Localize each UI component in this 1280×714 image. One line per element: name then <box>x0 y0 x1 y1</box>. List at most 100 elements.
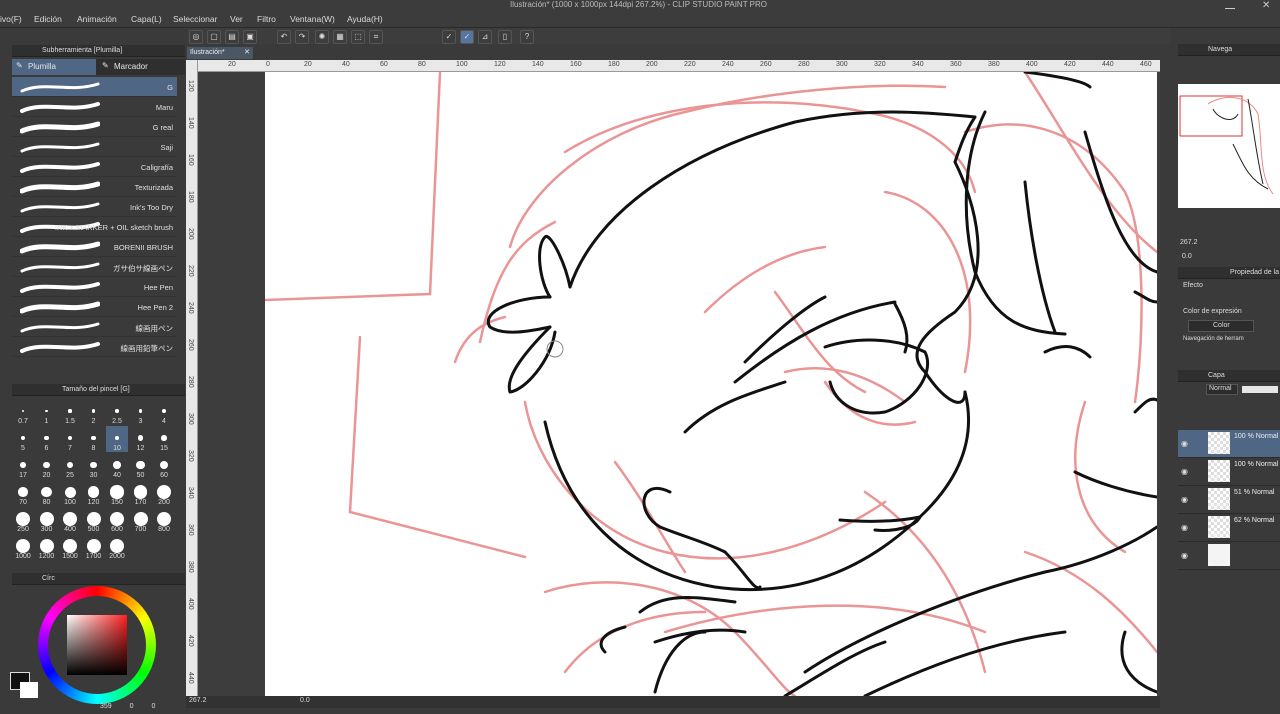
navigator-angle[interactable]: 0.0 <box>1182 253 1192 260</box>
sub-color-swatch[interactable] <box>20 682 38 698</box>
menu-view[interactable]: Ver <box>230 14 243 24</box>
brush-size-option[interactable]: 6 <box>36 426 58 452</box>
phone-icon[interactable]: ▯ <box>498 30 512 44</box>
brush-size-option[interactable]: 10 <box>106 426 128 452</box>
brush-item[interactable]: Hee Pen 2 <box>12 297 177 317</box>
brush-size-option[interactable]: 1 <box>36 399 58 425</box>
eye-icon[interactable]: ◉ <box>1181 439 1188 448</box>
drawing-canvas[interactable] <box>265 72 1157 696</box>
open-icon[interactable]: ▤ <box>225 30 239 44</box>
brush-item[interactable]: BORENII BRUSH <box>12 237 177 257</box>
brush-size-option[interactable]: 500 <box>83 507 105 533</box>
help-icon[interactable]: ? <box>520 30 534 44</box>
brush-size-option[interactable]: 15 <box>153 426 175 452</box>
fill-icon[interactable]: ▦ <box>333 30 347 44</box>
brush-size-option[interactable]: 80 <box>36 480 58 506</box>
color-wheel[interactable] <box>38 586 156 704</box>
save-icon[interactable]: ▣ <box>243 30 257 44</box>
brush-size-option[interactable]: 800 <box>153 507 175 533</box>
tab-marcador[interactable]: ✎ Marcador <box>98 59 185 75</box>
brush-item[interactable]: Saji <box>12 137 177 157</box>
brush-size-option[interactable]: 40 <box>106 453 128 479</box>
navigator-preview[interactable] <box>1178 84 1280 208</box>
brush-size-option[interactable]: 150 <box>106 480 128 506</box>
brush-size-option[interactable]: 0.7 <box>12 399 34 425</box>
menu-file[interactable]: ivo(F) <box>0 14 22 24</box>
brush-size-option[interactable]: 2 <box>83 399 105 425</box>
brush-size-option[interactable]: 1700 <box>83 534 105 560</box>
brush-size-option[interactable]: 50 <box>130 453 152 479</box>
angle-value[interactable]: 0.0 <box>300 697 310 704</box>
brush-size-option[interactable]: 120 <box>83 480 105 506</box>
close-icon[interactable]: ✕ <box>1262 0 1270 11</box>
layer-row[interactable]: ◉ 100 % Normal line <box>1178 458 1280 486</box>
brush-size-option[interactable]: 30 <box>83 453 105 479</box>
brush-size-option[interactable]: 7 <box>59 426 81 452</box>
brush-item[interactable]: Caligrafía <box>12 157 177 177</box>
brush-size-option[interactable]: 600 <box>106 507 128 533</box>
brush-item[interactable]: Hee Pen <box>12 277 177 297</box>
layer-row[interactable]: ◉ 100 % Normal cara <box>1178 430 1280 458</box>
eye-icon[interactable]: ◉ <box>1181 551 1188 560</box>
layer-row[interactable]: ◉ 51 % Normal sketch <box>1178 486 1280 514</box>
brush-size-option[interactable]: 4 <box>153 399 175 425</box>
brush-size-option[interactable]: 20 <box>36 453 58 479</box>
brush-item[interactable]: ガサ伯サ線画ペン <box>12 257 177 277</box>
brush-size-option[interactable]: 1500 <box>59 534 81 560</box>
brush-size-option[interactable]: 25 <box>59 453 81 479</box>
brush-size-option[interactable]: 1000 <box>12 534 34 560</box>
eye-icon[interactable]: ◉ <box>1181 495 1188 504</box>
menu-window[interactable]: Ventana(W) <box>290 14 335 24</box>
brush-size-option[interactable]: 400 <box>59 507 81 533</box>
transform-icon[interactable]: ⬚ <box>351 30 365 44</box>
layer-row[interactable]: ◉ 62 % Normal Capa 1 <box>1178 514 1280 542</box>
vertical-scrollbar[interactable] <box>1160 60 1170 700</box>
brush-size-option[interactable]: 100 <box>59 480 81 506</box>
brush-size-option[interactable]: 700 <box>130 507 152 533</box>
zoom-value[interactable]: 267.2 <box>189 697 207 704</box>
document-tab[interactable]: Ilustración* ✕ <box>187 47 253 59</box>
new-icon[interactable]: ▢ <box>207 30 221 44</box>
brush-size-option[interactable]: 250 <box>12 507 34 533</box>
eye-icon[interactable]: ◉ <box>1181 467 1188 476</box>
menu-filter[interactable]: Filtro <box>257 14 276 24</box>
close-tab-icon[interactable]: ✕ <box>244 48 250 56</box>
brush-size-option[interactable]: 300 <box>36 507 58 533</box>
brush-size-option[interactable]: 12 <box>130 426 152 452</box>
brush-size-option[interactable]: 170 <box>130 480 152 506</box>
brush-item[interactable]: Ink's Too Dry <box>12 197 177 217</box>
minimize-icon[interactable] <box>1225 1 1235 9</box>
redo-icon[interactable]: ↷ <box>295 30 309 44</box>
opacity-slider[interactable] <box>1242 386 1278 393</box>
clear-icon[interactable]: ✺ <box>315 30 329 44</box>
blend-mode-select[interactable]: Normal <box>1206 384 1238 395</box>
tab-plumilla[interactable]: ✎ Plumilla <box>12 59 96 75</box>
expression-color-select[interactable]: Color <box>1188 320 1254 332</box>
stabilizer-icon[interactable]: ✓ <box>460 30 474 44</box>
brush-size-option[interactable]: 1200 <box>36 534 58 560</box>
brush-item[interactable]: G real <box>12 117 177 137</box>
brush-item[interactable]: Texturizada <box>12 177 177 197</box>
brush-size-option[interactable]: 60 <box>153 453 175 479</box>
brush-size-option[interactable]: 5 <box>12 426 34 452</box>
brush-size-option[interactable]: 2.5 <box>106 399 128 425</box>
brush-size-option[interactable]: 200 <box>153 480 175 506</box>
brush-item[interactable]: 線画用鉛筆ペン <box>12 337 177 357</box>
menu-help[interactable]: Ayuda(H) <box>347 14 383 24</box>
undo-icon[interactable]: ↶ <box>277 30 291 44</box>
brush-size-option[interactable]: 70 <box>12 480 34 506</box>
menu-edit[interactable]: Edición <box>34 14 62 24</box>
navigator-icon[interactable]: ◎ <box>189 30 203 44</box>
brush-item[interactable]: 線画用ペン <box>12 317 177 337</box>
layer-row[interactable]: ◉ Papel <box>1178 542 1280 570</box>
brush-item[interactable]: G <box>12 77 177 97</box>
menu-select[interactable]: Seleccionar <box>173 14 217 24</box>
brush-item[interactable]: Maru <box>12 97 177 117</box>
eye-icon[interactable]: ◉ <box>1181 523 1188 532</box>
ruler-icon[interactable]: ⊿ <box>478 30 492 44</box>
brush-item[interactable]: INK + MARKER + OIL sketch brush <box>12 217 177 237</box>
navigator-zoom[interactable]: 267.2 <box>1180 239 1198 246</box>
menu-layer[interactable]: Capa(L) <box>131 14 162 24</box>
brush-size-option[interactable]: 3 <box>130 399 152 425</box>
brush-size-option[interactable]: 2000 <box>106 534 128 560</box>
